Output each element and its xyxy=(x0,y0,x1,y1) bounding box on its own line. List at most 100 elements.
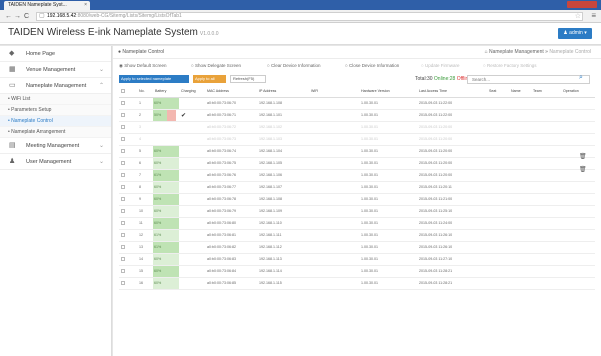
radio-update-firmware[interactable]: ○ Update Firmware xyxy=(421,59,459,73)
admin-menu-button[interactable]: ♟ admin ▾ xyxy=(558,28,592,39)
row-checkbox-cell[interactable] xyxy=(119,277,137,290)
row-checkbox[interactable] xyxy=(121,221,125,226)
row-checkbox-cell[interactable] xyxy=(119,193,137,206)
row-checkbox[interactable] xyxy=(121,161,125,166)
row-checkbox-cell[interactable] xyxy=(119,109,137,122)
row-checkbox-cell[interactable] xyxy=(119,253,137,266)
radio-show-delegate[interactable]: ○ Show Delegate Screen xyxy=(191,59,241,73)
table-row[interactable]: 16 60% a0:b0:00:73:06:85 192.168.1.115 1.00.… xyxy=(119,277,595,290)
radio-restore-factory[interactable]: ○ Restore Factory Settings xyxy=(483,59,537,73)
radio-show-default[interactable]: ◉ Show Default Screen xyxy=(119,59,166,73)
row-checkbox[interactable] xyxy=(121,185,125,190)
table-row[interactable]: 11 60% a0:b0:00:73:06:80 192.168.1.110 1.00.… xyxy=(119,217,595,230)
row-checkbox-cell[interactable] xyxy=(119,217,137,230)
apply-all-button[interactable]: Apply to all xyxy=(193,75,226,83)
row-checkbox-cell[interactable] xyxy=(119,145,137,158)
sidebar-item-home[interactable]: ◆ Home Page xyxy=(0,46,111,62)
table-row[interactable]: 4 a0:b0:00:73:06:73 192.168.1.103 1.00.30.0… xyxy=(119,133,595,146)
table-row[interactable]: 6 60% a0:b0:00:73:06:75 192.168.1.105 1.00.3… xyxy=(119,157,595,170)
breadcrumb-parent[interactable]: Nameplate Management xyxy=(489,49,544,55)
row-checkbox-cell[interactable] xyxy=(119,205,137,218)
search-icon[interactable]: ⌕ xyxy=(579,74,583,82)
table-row[interactable]: 3 a0:b0:00:73:06:72 192.168.1.102 1.00.30.0… xyxy=(119,121,595,134)
row-checkbox-cell[interactable] xyxy=(119,241,137,254)
bookmark-star-icon[interactable]: ☆ xyxy=(575,12,581,20)
table-row[interactable]: 8 60% a0:b0:00:73:06:77 192.168.1.107 1.00.3… xyxy=(119,181,595,194)
table-row[interactable]: 5 60% a0:b0:00:73:06:74 192.168.1.104 1.00.3… xyxy=(119,145,595,158)
apply-selected-button[interactable]: Apply to selected nameplate xyxy=(119,75,189,83)
row-checkbox[interactable] xyxy=(121,257,125,262)
last-access-time: 2015-09-03 11:22:00 xyxy=(417,97,487,110)
ip-address: 192.168.1.112 xyxy=(257,241,309,254)
radio-clear-device[interactable]: ○ Clear Device Information xyxy=(267,59,321,73)
row-checkbox[interactable] xyxy=(121,281,125,286)
row-checkbox-cell[interactable] xyxy=(119,121,137,134)
browser-tabstrip: TAIDEN Nameplate Syst... × xyxy=(0,0,601,10)
sidebar-item-nameplate[interactable]: ▭ Nameplate Management ⌃ xyxy=(0,78,111,94)
mac-address: a0:b0:00:73:06:75 xyxy=(205,157,257,170)
row-number: 12 xyxy=(137,229,153,242)
window-controls[interactable] xyxy=(567,1,597,8)
back-icon[interactable]: ← xyxy=(5,12,12,21)
table-row[interactable]: 10 60% a0:b0:00:73:06:79 192.168.1.109 1.00.… xyxy=(119,205,595,218)
row-checkbox-cell[interactable] xyxy=(119,181,137,194)
row-checkbox[interactable] xyxy=(121,137,125,142)
charging-cell xyxy=(179,133,205,146)
close-tab-icon[interactable]: × xyxy=(84,1,87,10)
delete-icon[interactable]: 🗑 xyxy=(579,167,587,174)
browser-tab[interactable]: TAIDEN Nameplate Syst... × xyxy=(4,1,90,10)
operation-cell xyxy=(561,181,595,194)
row-checkbox[interactable] xyxy=(121,173,125,178)
row-checkbox[interactable] xyxy=(121,149,125,154)
total-label: Total: xyxy=(415,76,427,82)
table-row[interactable]: 12 61% a0:b0:00:73:06:81 192.168.1.111 1.00.… xyxy=(119,229,595,242)
row-checkbox[interactable] xyxy=(121,269,125,274)
table-row[interactable]: 1 60% a0:b0:00:73:06:70 192.168.1.108 1.00.3… xyxy=(119,97,595,110)
row-checkbox[interactable] xyxy=(121,197,125,202)
url-input[interactable]: ▢ 192.168.5.42:8080/web-CG/Sitemg/Lists/… xyxy=(36,12,583,21)
row-checkbox-cell[interactable] xyxy=(119,157,137,170)
row-checkbox[interactable] xyxy=(121,209,125,214)
row-checkbox-cell[interactable] xyxy=(119,133,137,146)
battery-cell: 60% xyxy=(153,97,179,110)
forward-icon[interactable]: → xyxy=(14,12,21,21)
table-row[interactable]: 9 60% a0:b0:00:73:06:78 192.168.1.108 1.00.3… xyxy=(119,193,595,206)
battery-bar: 60% xyxy=(153,253,179,264)
battery-cell: 60% xyxy=(153,253,179,266)
battery-cell: 50% xyxy=(153,109,179,122)
radio-close-device[interactable]: ○ Close Device Information xyxy=(345,59,399,73)
sidebar-subitem-arrangement[interactable]: • Nameplate Arrangement xyxy=(0,127,111,138)
wifi-cell xyxy=(309,169,359,182)
sidebar-item-user[interactable]: ♟ User Management ⌄ xyxy=(0,154,111,170)
table-row[interactable]: 7 61% a0:b0:00:73:06:76 192.168.1.106 1.00.3… xyxy=(119,169,595,182)
table-row[interactable]: 14 60% a0:b0:00:73:06:83 192.168.1.113 1.00.… xyxy=(119,253,595,266)
row-checkbox-cell[interactable] xyxy=(119,229,137,242)
row-checkbox[interactable] xyxy=(121,113,125,118)
search-input[interactable] xyxy=(467,75,590,84)
battery-bar: 60% xyxy=(153,181,179,192)
row-checkbox-cell[interactable] xyxy=(119,169,137,182)
refresh-button[interactable]: Refresh(F5) xyxy=(230,75,266,83)
select-all-checkbox[interactable] xyxy=(121,89,125,94)
table-row[interactable]: 2 50% ✔ a0:b0:00:73:06:71 192.168.1.101 1.00.… xyxy=(119,109,595,122)
row-checkbox-cell[interactable] xyxy=(119,265,137,278)
sidebar-subitem-parameters[interactable]: • Parameters Setup xyxy=(0,105,111,116)
row-checkbox[interactable] xyxy=(121,245,125,250)
sidebar-item-venue[interactable]: ▦ Venue Management ⌄ xyxy=(0,62,111,78)
sidebar-item-meeting[interactable]: ▤ Meeting Management ⌄ xyxy=(0,138,111,154)
last-access-time: 2015-09-03 11:24:00 xyxy=(417,217,487,230)
delete-icon[interactable]: 🗑 xyxy=(579,154,587,161)
hardware-version: 1.00.30.01 xyxy=(359,121,417,134)
sidebar-subitem-wifi[interactable]: • WiFi List xyxy=(0,94,111,105)
row-checkbox[interactable] xyxy=(121,101,125,106)
row-checkbox[interactable] xyxy=(121,125,125,130)
row-checkbox[interactable] xyxy=(121,233,125,238)
table-row[interactable]: 13 61% a0:b0:00:73:06:82 192.168.1.112 1.00.… xyxy=(119,241,595,254)
select-all-checkbox-column[interactable] xyxy=(119,86,137,98)
row-checkbox-cell[interactable] xyxy=(119,97,137,110)
reload-icon[interactable]: C xyxy=(24,12,29,21)
browser-menu-icon[interactable]: ≡ xyxy=(591,11,596,20)
sidebar-subitem-control[interactable]: • Nameplate Control xyxy=(0,116,111,127)
battery-bar: 60% xyxy=(153,217,179,228)
table-row[interactable]: 15 60% a0:b0:00:73:06:84 192.168.1.114 1.00.… xyxy=(119,265,595,278)
